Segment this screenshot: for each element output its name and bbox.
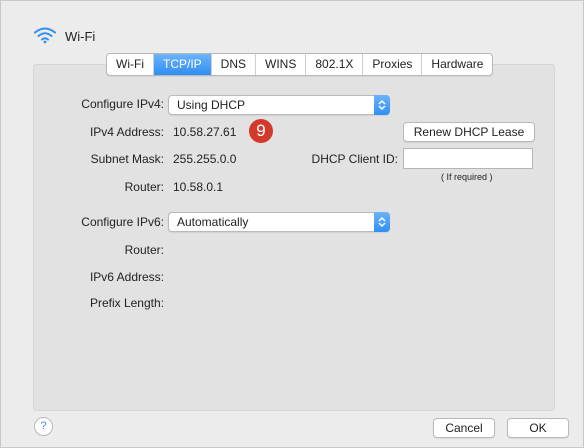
configure-ipv4-popup[interactable]: Using DHCP [168,95,390,115]
ipv6-router-label: Router: [124,243,164,257]
dhcp-client-id-field[interactable] [403,148,533,169]
settings-panel [33,64,555,411]
tab-hardware[interactable]: Hardware [422,54,492,75]
subnet-mask-label: Subnet Mask: [90,152,164,166]
ipv6-address-label: IPv6 Address: [89,270,164,284]
configure-ipv6-label: Configure IPv6: [81,215,164,229]
chevron-updown-icon [374,95,390,115]
tab-wifi[interactable]: Wi-Fi [107,54,154,75]
annotation-badge: 9 [249,119,273,143]
cancel-button[interactable]: Cancel [433,418,495,438]
prefix-length-label: Prefix Length: [89,296,164,310]
renew-dhcp-lease-button[interactable]: Renew DHCP Lease [403,122,535,142]
tab-8021x[interactable]: 802.1X [306,54,364,75]
chevron-updown-icon [374,212,390,232]
wifi-icon [33,26,57,47]
ipv4-router-label: Router: [124,180,164,194]
ipv4-address-value: 10.58.27.61 [173,125,237,139]
ok-button[interactable]: OK [507,418,569,438]
ipv4-router-value: 10.58.0.1 [173,180,224,194]
titlebar: Wi-Fi [33,25,95,47]
network-advanced-window: Wi-Fi Wi-Fi TCP/IP DNS WINS 802.1X Proxi… [0,0,584,448]
configure-ipv6-value: Automatically [177,215,249,229]
tab-wins[interactable]: WINS [256,54,307,75]
configure-ipv6-popup[interactable]: Automatically [168,212,390,232]
window-title: Wi-Fi [65,28,96,44]
tab-proxies[interactable]: Proxies [363,54,423,75]
client-id-hint: ( If required ) [441,172,493,182]
tab-tcpip[interactable]: TCP/IP [153,54,212,75]
configure-ipv4-label: Configure IPv4: [81,97,164,111]
configure-ipv4-value: Using DHCP [177,98,246,112]
help-button[interactable]: ? [34,417,53,436]
subnet-mask-value: 255.255.0.0 [173,152,237,166]
dhcp-client-id-label: DHCP Client ID: [311,152,398,166]
tab-bar: Wi-Fi TCP/IP DNS WINS 802.1X Proxies Har… [106,53,494,76]
tab-dns[interactable]: DNS [212,54,256,75]
ipv4-address-label: IPv4 Address: [89,125,164,139]
